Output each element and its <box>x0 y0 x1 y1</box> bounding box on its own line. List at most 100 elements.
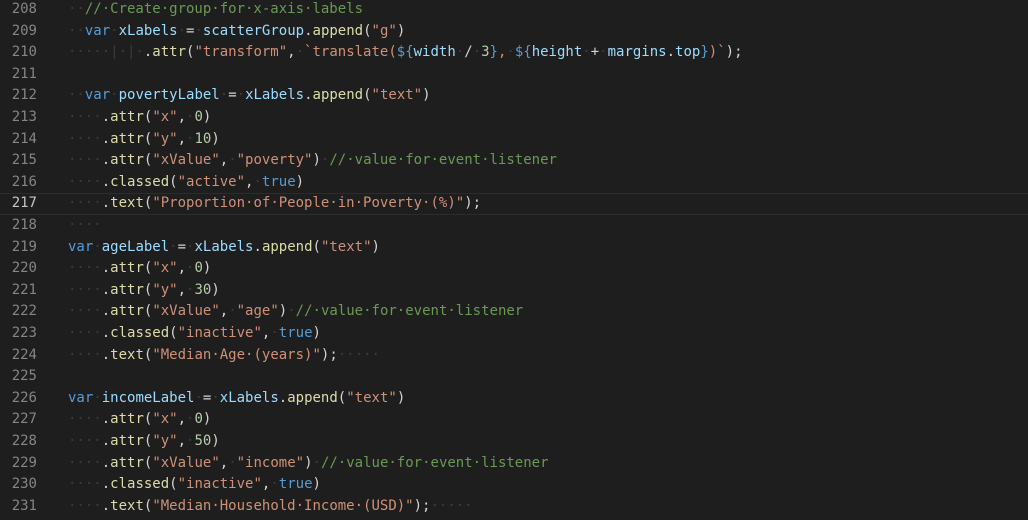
line-code[interactable]: ····.text("Proportion·of·People·in·Pover… <box>68 194 481 214</box>
line-code[interactable]: var·ageLabel·=·xLabels.append("text") <box>68 237 380 259</box>
code-token: classed <box>110 173 170 190</box>
code-token: 10 <box>194 130 212 147</box>
code-token: )` <box>708 44 726 61</box>
code-line[interactable]: 215 ····.attr("xValue",·"poverty")·//·val… <box>0 150 1028 172</box>
code-token: . <box>101 303 111 320</box>
line-code[interactable]: ····.attr("x",·0) <box>68 258 211 280</box>
line-code[interactable]: ····.attr("xValue",·"income")·//·value·f… <box>68 453 549 475</box>
code-token: · <box>506 44 515 61</box>
line-code[interactable]: ····.attr("x",·0) <box>68 107 211 129</box>
line-code[interactable]: ····.attr("y",·50) <box>68 431 220 453</box>
line-code[interactable]: ····.text("Median·Age·(years)");····· <box>68 345 380 367</box>
code-token: · <box>110 22 119 39</box>
code-line[interactable]: 228 ····.attr("y",·50) <box>0 431 1028 453</box>
line-number: 214 <box>11 130 37 147</box>
line-code[interactable]: var·incomeLabel·=·xLabels.append("text") <box>68 388 405 410</box>
line-code[interactable]: ····.attr("x",·0) <box>68 409 211 431</box>
code-line[interactable]: 227 ····.attr("x",·0) <box>0 409 1028 431</box>
code-line[interactable]: 211 <box>0 64 1028 86</box>
code-token: · <box>295 44 305 61</box>
code-editor[interactable]: 208 ··//·Create·group·for·x-axis·labels 20… <box>0 0 1028 520</box>
code-token: margins <box>607 44 667 61</box>
code-line[interactable]: 216 ····.classed("active",·true) <box>0 172 1028 194</box>
code-line[interactable]: 226 var·incomeLabel·=·xLabels.append("tex… <box>0 388 1028 410</box>
code-token: attr <box>110 152 144 169</box>
code-token: xLabels <box>194 238 254 255</box>
code-token: ) <box>312 152 321 169</box>
line-number: 219 <box>11 238 37 255</box>
code-token: scatterGroup <box>202 22 305 39</box>
line-number: 209 <box>11 22 37 39</box>
line-code[interactable]: ····.text("Median·Household·Income·(USD)… <box>68 496 473 518</box>
code-token: ) <box>422 87 431 104</box>
code-token: povertyLabel <box>118 87 220 104</box>
code-token: . <box>304 22 313 39</box>
code-token: ); <box>413 497 431 514</box>
code-line[interactable]: 231 ····.text("Median·Household·Income·(U… <box>0 496 1028 518</box>
code-line[interactable]: 210 ·····|·|·.attr("transform",·`translat… <box>0 42 1028 64</box>
code-token: ) <box>304 454 313 471</box>
code-line[interactable]: 220 ····.attr("x",·0) <box>0 258 1028 280</box>
code-token: ) <box>278 303 288 320</box>
code-line[interactable]: 222 ····.attr("xValue",·"age")·//·value·f… <box>0 301 1028 323</box>
code-token: · <box>599 44 608 61</box>
code-line[interactable]: 219 var·ageLabel·=·xLabels.append("text") <box>0 237 1028 259</box>
line-number: 225 <box>11 368 37 385</box>
line-number: 226 <box>11 389 37 406</box>
code-line[interactable]: 213 ····.attr("x",·0) <box>0 107 1028 129</box>
code-token: true <box>261 173 296 190</box>
code-line[interactable]: 218 ···· <box>0 215 1028 237</box>
code-token: ( <box>169 173 178 190</box>
code-line[interactable]: 217 ····.text("Proportion·of·People·in·Po… <box>0 193 1028 215</box>
code-token: ···· <box>68 260 102 277</box>
code-token: ···· <box>68 433 102 449</box>
code-token: xLabels <box>118 22 178 39</box>
line-code[interactable]: ··var·xLabels·=·scatterGroup.append("g") <box>68 21 405 43</box>
code-line[interactable]: 224 ····.text("Median·Age·(years)");····· <box>0 345 1028 367</box>
code-token: ···· <box>68 476 102 493</box>
code-token: , <box>177 411 187 428</box>
code-line[interactable]: 229 ····.attr("xValue",·"income")·//·valu… <box>0 453 1028 475</box>
line-number: 231 <box>11 497 37 514</box>
line-code[interactable]: ···· <box>68 215 102 237</box>
code-token: , <box>177 433 187 449</box>
code-token: "text" <box>320 238 372 255</box>
code-token: "age" <box>236 303 279 320</box>
line-code[interactable]: ····.classed("inactive",·true) <box>68 323 321 345</box>
code-line[interactable]: 225 <box>0 366 1028 388</box>
line-code[interactable]: ····.attr("xValue",·"age")·//·value·for·… <box>68 301 523 323</box>
code-line[interactable]: 230 ····.classed("inactive",·true) <box>0 474 1028 496</box>
code-token: · <box>169 238 178 255</box>
code-token: attr <box>110 411 144 428</box>
code-token: height <box>531 44 583 61</box>
line-code[interactable]: ··//·Create·group·for·x-axis·labels <box>68 0 363 21</box>
line-code[interactable]: ····.classed("inactive",·true) <box>68 474 321 496</box>
line-code[interactable]: ·····|·|·.attr("transform",·`translate($… <box>68 42 743 64</box>
code-token: · <box>270 325 279 341</box>
line-code[interactable]: ··var·povertyLabel·=·xLabels.append("tex… <box>68 85 431 107</box>
code-token: "y" <box>152 281 178 298</box>
code-token: · <box>93 389 102 406</box>
code-line[interactable]: 209 ··var·xLabels·=·scatterGroup.append("… <box>0 21 1028 43</box>
line-code[interactable]: ····.classed("active",·true) <box>68 172 304 194</box>
code-token: `translate( <box>304 44 397 61</box>
code-token: ···· <box>68 497 102 514</box>
line-code[interactable]: ····.attr("y",·30) <box>68 280 220 302</box>
code-line[interactable]: 208 ··//·Create·group·for·x-axis·labels <box>0 0 1028 21</box>
line-code[interactable]: ····.attr("y",·10) <box>68 129 220 151</box>
code-line[interactable]: 212 ··var·povertyLabel·=·xLabels.append("… <box>0 85 1028 107</box>
code-token: · <box>194 22 203 39</box>
code-line[interactable]: 223 ····.classed("inactive",·true) <box>0 323 1028 345</box>
code-token: · <box>270 476 279 493</box>
code-line[interactable]: 214 ····.attr("y",·10) <box>0 129 1028 151</box>
code-token: , <box>177 130 187 147</box>
code-token: ( <box>337 389 347 406</box>
code-token: attr <box>110 130 144 147</box>
code-token: "x" <box>152 411 178 428</box>
code-token: 50 <box>194 433 212 449</box>
code-token: "text" <box>371 87 423 104</box>
line-code[interactable]: ····.attr("xValue",·"poverty")·//·value·… <box>68 150 557 172</box>
code-token: ) <box>211 433 220 449</box>
code-line[interactable]: 221 ····.attr("y",·30) <box>0 280 1028 302</box>
code-token: · <box>93 238 102 255</box>
